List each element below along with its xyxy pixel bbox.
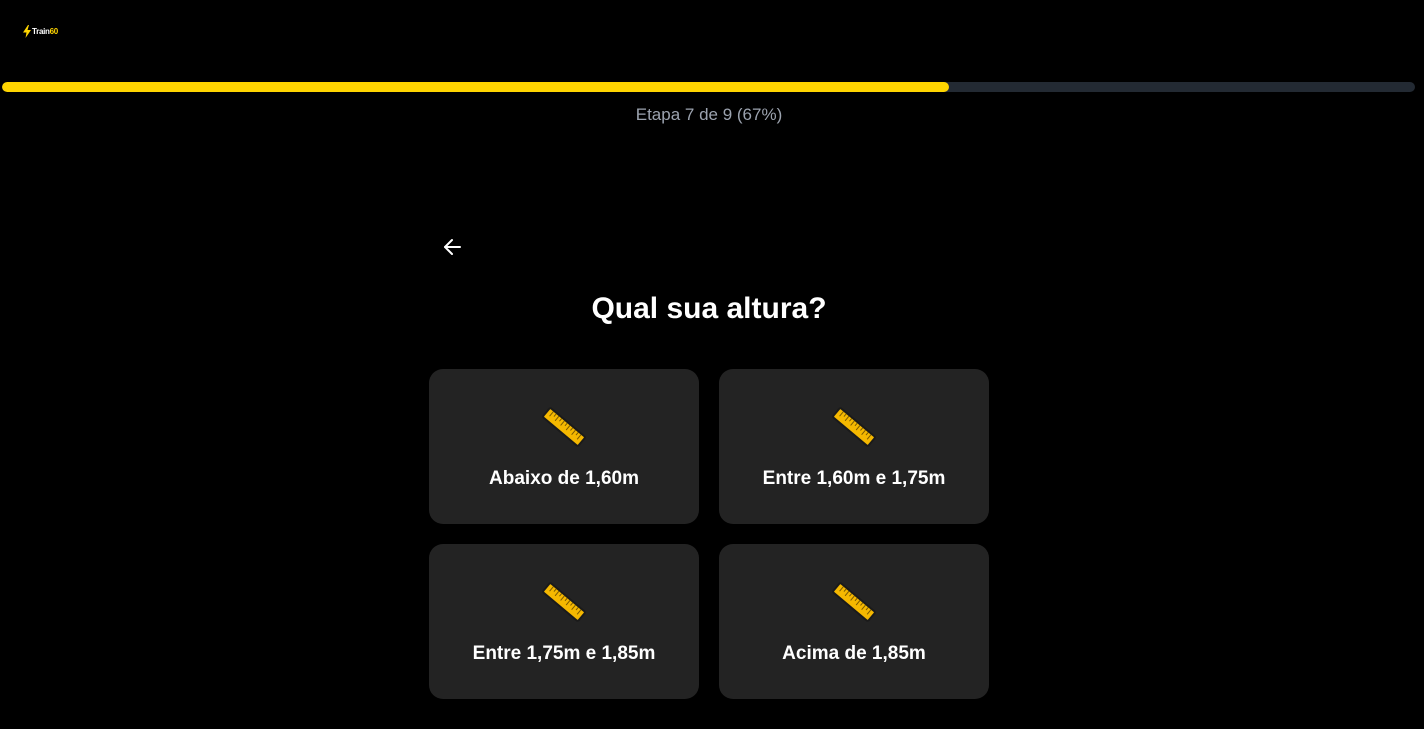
arrow-left-icon — [444, 239, 461, 255]
lightning-bolt-icon — [23, 24, 31, 38]
option-label: Entre 1,60m e 1,75m — [762, 468, 946, 489]
option-160-175[interactable]: Entre 1,60m e 1,75m — [719, 369, 989, 524]
option-175-185[interactable]: Entre 1,75m e 1,85m — [429, 544, 699, 699]
ruler-icon — [542, 407, 586, 447]
option-below-160[interactable]: Abaixo de 1,60m — [429, 369, 699, 524]
option-label: Entre 1,75m e 1,85m — [472, 643, 656, 664]
progress-step-label: Etapa 7 de 9 (67%) — [635, 105, 783, 124]
back-button[interactable] — [438, 233, 466, 261]
progress-bar-fill — [2, 82, 949, 92]
options-grid: Abaixo de 1,60m Entre 1,60m e 1,75m Entr… — [429, 369, 989, 699]
question-title: Qual sua altura? — [591, 292, 827, 325]
ruler-icon — [832, 407, 876, 447]
ruler-icon — [542, 582, 586, 622]
option-label: Abaixo de 1,60m — [489, 468, 639, 489]
ruler-icon — [832, 582, 876, 622]
brand-name-main: Train — [32, 26, 50, 36]
progress-bar — [2, 82, 1415, 92]
option-above-185[interactable]: Acima de 1,85m — [719, 544, 989, 699]
brand-name-accent: 60 — [49, 26, 59, 36]
brand-name: Train60 — [32, 27, 58, 36]
brand-logo: Train60 — [23, 24, 58, 38]
option-label: Acima de 1,85m — [782, 643, 926, 664]
